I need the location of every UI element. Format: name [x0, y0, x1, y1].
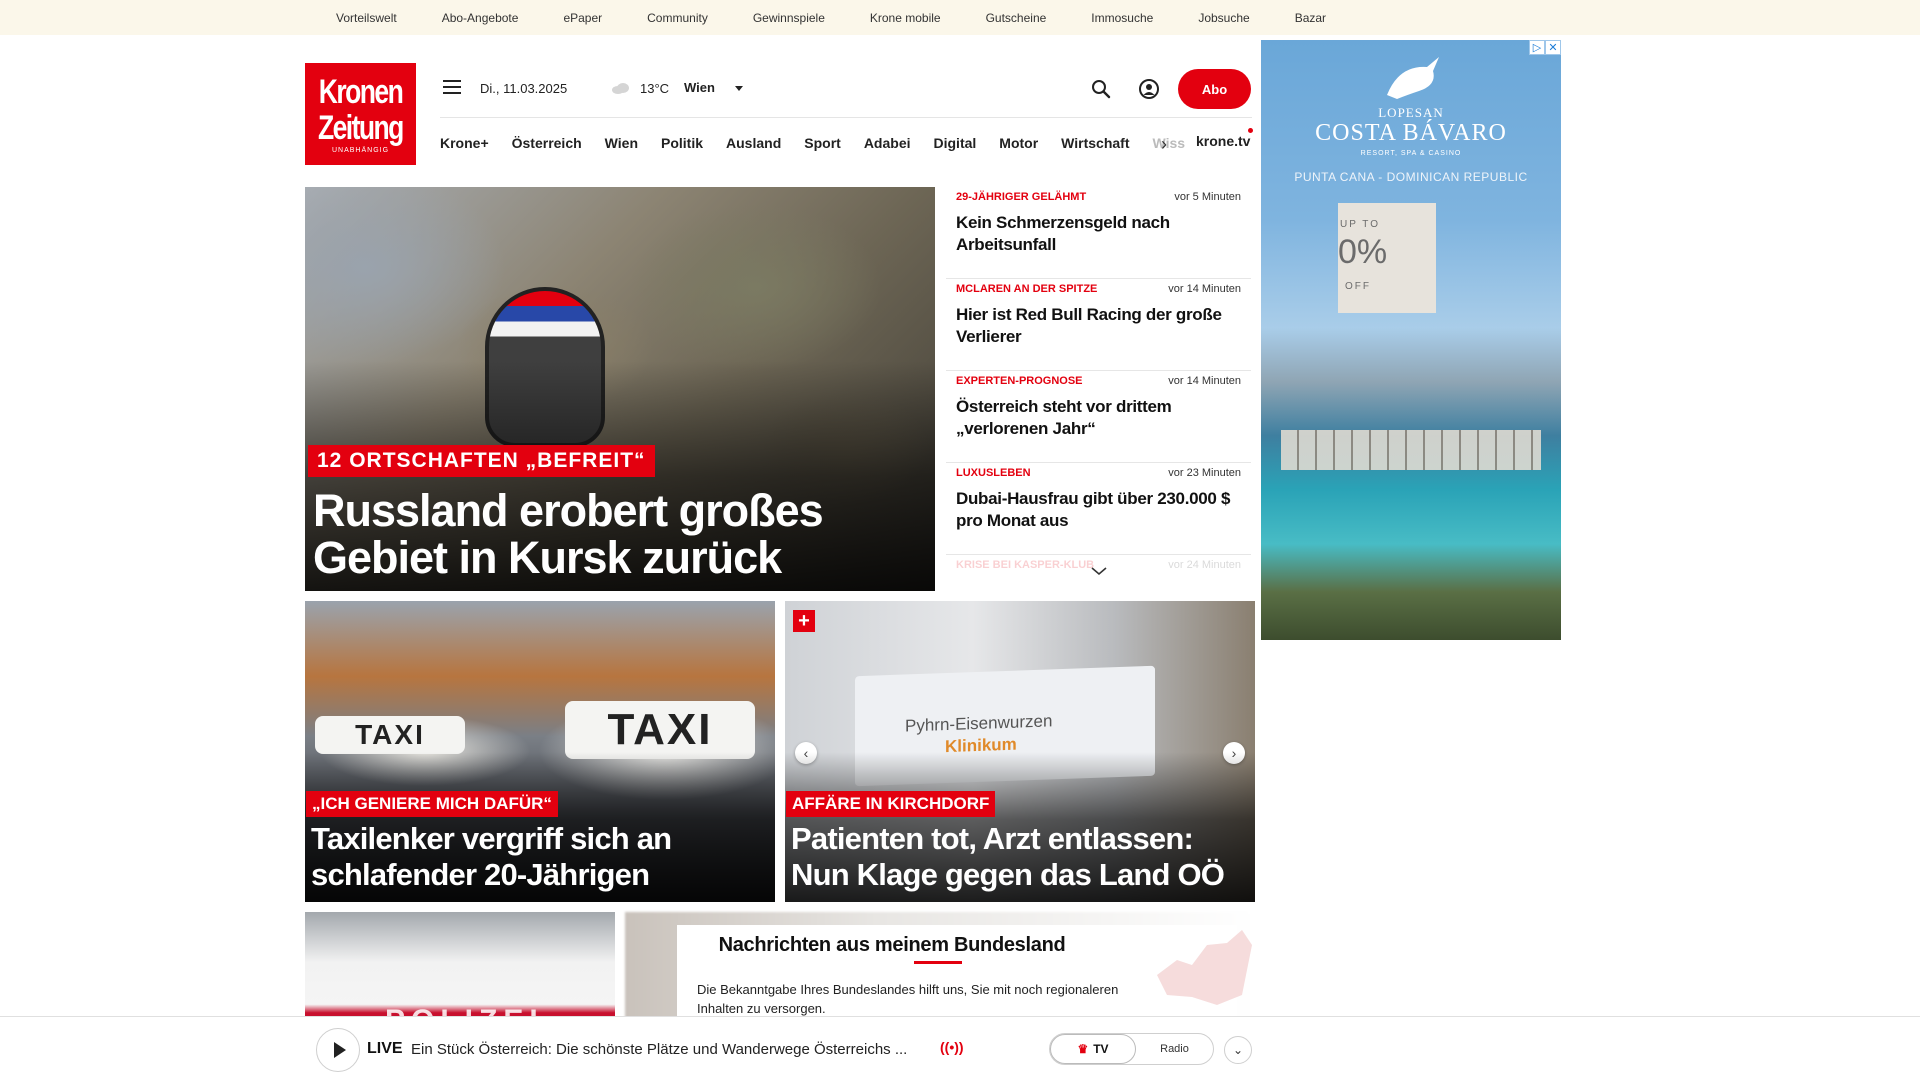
ad-location: PUNTA CANA - DOMINICAN REPUBLIC: [1294, 170, 1528, 184]
main-navigation: Krone+ Österreich Wien Politik Ausland S…: [440, 117, 1253, 167]
page: Vorteilswelt Abo-Angebote ePaper Communi…: [0, 0, 1920, 1080]
chevron-down-icon[interactable]: [1089, 565, 1109, 577]
live-indicator-dot: [1248, 128, 1253, 133]
hero-title: Russland erobert großes Gebiet in Kursk …: [313, 485, 824, 583]
hero-story[interactable]: 12 ORTSCHAFTEN „BEFREIT“ Russland erober…: [305, 187, 935, 591]
news-item[interactable]: MCLAREN AN DER SPITZE vor 14 Minuten Hie…: [946, 279, 1251, 371]
logo-tagline: UNABHÄNGIG: [331, 147, 390, 154]
nav-item-krone-tv[interactable]: krone.tv: [1196, 133, 1250, 149]
story-kicker: AFFÄRE IN KIRCHDORF: [786, 791, 996, 817]
news-time: vor 24 Minuten: [1168, 559, 1241, 571]
nav-item-politik[interactable]: Politik: [661, 135, 703, 151]
tv-label: TV: [1093, 1042, 1109, 1056]
ad-brand-line-3: RESORT, SPA & CASINO: [1360, 150, 1462, 157]
title-underline: [914, 961, 962, 964]
nav-item-krone-plus[interactable]: Krone+: [440, 135, 489, 151]
ad-offer-up-to: UP TO: [1340, 219, 1381, 230]
bundesland-description: Die Bekanntgabe Ihres Bundeslandes hilft…: [697, 982, 1119, 1016]
utility-link-vorteilswelt[interactable]: Vorteilswelt: [336, 11, 397, 25]
live-program-title[interactable]: Ein Stück Österreich: Die schönste Plätz…: [411, 1041, 931, 1058]
ad-brand-line-2: COSTA BÁVARO: [1315, 120, 1507, 146]
ad-brand-line-1: LOPESAN: [1378, 105, 1444, 120]
nav-item-sport[interactable]: Sport: [804, 135, 841, 151]
abo-button[interactable]: Abo: [1178, 69, 1251, 109]
bundesland-title: Nachrichten aus meinem Bundesland: [718, 934, 1066, 956]
nav-item-ausland[interactable]: Ausland: [726, 135, 781, 151]
nav-item-wissen[interactable]: Wiss: [1153, 135, 1186, 151]
utility-link-krone-mobile[interactable]: Krone mobile: [870, 11, 941, 25]
ad-offer-off: OFF: [1345, 281, 1371, 292]
weather-temperature: 13°C: [640, 81, 670, 96]
play-icon: [334, 1042, 346, 1058]
chevron-down-icon[interactable]: ⌄: [1224, 1036, 1252, 1064]
radio-toggle[interactable]: Radio: [1136, 1034, 1213, 1064]
utility-link-epaper[interactable]: ePaper: [563, 11, 602, 25]
austria-map-icon: [1157, 930, 1252, 1005]
news-headline: Dubai-Hausfrau gibt über 230.000 $ pro M…: [956, 489, 1231, 530]
nav-item-adabei[interactable]: Adabei: [864, 135, 911, 151]
ad-choices: ▷ ✕: [1529, 40, 1561, 55]
user-icon[interactable]: [1138, 78, 1160, 100]
utility-link-immosuche[interactable]: Immosuche: [1091, 11, 1153, 25]
clinic-sign-name: Pyhrn-Eisenwurzen: [905, 711, 1053, 736]
news-headline: Österreich steht vor drittem „verlorenen…: [956, 397, 1172, 438]
search-icon[interactable]: [1090, 78, 1112, 100]
current-date: Di., 11.03.2025: [480, 81, 568, 96]
nav-scroll-right-icon[interactable]: ›: [1161, 134, 1167, 155]
taxi-sign-right: TAXI: [565, 701, 755, 759]
logo-line-1: Kronen: [318, 73, 404, 111]
tv-radio-switch: ♛ TV Radio: [1049, 1033, 1214, 1065]
utility-link-abo-angebote[interactable]: Abo-Angebote: [442, 11, 519, 25]
play-button[interactable]: [316, 1028, 360, 1072]
weather-city[interactable]: Wien: [684, 80, 715, 95]
nav-item-motor[interactable]: Motor: [999, 135, 1038, 151]
news-time: vor 14 Minuten: [1168, 375, 1241, 387]
close-icon[interactable]: ✕: [1545, 40, 1561, 55]
advertisement[interactable]: ▷ ✕ LOPESAN COSTA BÁVARO RESORT, SPA & C…: [1261, 40, 1561, 640]
logo-line-2: Zeitung: [318, 109, 404, 147]
hamburger-menu-icon[interactable]: [443, 80, 461, 96]
ad-offer-box: UP TO 0% OFF: [1338, 203, 1436, 313]
story-title: Patienten tot, Arzt entlassen: Nun Klage…: [791, 821, 1225, 892]
nav-item-oesterreich[interactable]: Österreich: [512, 135, 582, 151]
story-kicker: „ICH GENIERE MICH DAFÜR“: [306, 791, 558, 817]
hero-kicker: 12 ORTSCHAFTEN „BEFREIT“: [308, 445, 655, 477]
utility-link-gutscheine[interactable]: Gutscheine: [986, 11, 1047, 25]
crown-icon: ♛: [1077, 1042, 1089, 1056]
utility-bar: Vorteilswelt Abo-Angebote ePaper Communi…: [0, 0, 1920, 35]
latest-news-list: 29-JÄHRIGER GELÄHMT vor 5 Minuten Kein S…: [946, 187, 1251, 580]
utility-link-community[interactable]: Community: [647, 11, 708, 25]
live-label: LIVE: [367, 1040, 403, 1057]
news-item[interactable]: 29-JÄHRIGER GELÄHMT vor 5 Minuten Kein S…: [946, 187, 1251, 279]
news-item[interactable]: LUXUSLEBEN vor 23 Minuten Dubai-Hausfrau…: [946, 463, 1251, 555]
tv-toggle[interactable]: ♛ TV: [1050, 1034, 1136, 1064]
marlin-logo-icon: [1387, 57, 1439, 99]
kronen-zeitung-logo[interactable]: Kronen Zeitung UNABHÄNGIG: [305, 63, 416, 165]
utility-link-bazar[interactable]: Bazar: [1295, 11, 1326, 25]
adchoices-icon[interactable]: ▷: [1529, 40, 1545, 55]
nav-item-digital[interactable]: Digital: [934, 135, 977, 151]
krone-plus-icon: +: [793, 610, 815, 632]
ad-offer-value: 0%: [1338, 233, 1388, 271]
story-kirchdorf[interactable]: Pyhrn-Eisenwurzen Klinikum + ‹ › AFFÄRE …: [785, 601, 1255, 902]
utility-link-jobsuche[interactable]: Jobsuche: [1198, 11, 1249, 25]
cloud-icon: [612, 83, 629, 94]
ad-resort-image: [1281, 430, 1541, 470]
news-time: vor 14 Minuten: [1168, 283, 1241, 295]
broadcast-signal-icon: ((•)): [940, 1039, 964, 1055]
news-time: vor 23 Minuten: [1168, 467, 1241, 479]
nav-item-wirtschaft[interactable]: Wirtschaft: [1061, 135, 1129, 151]
nav-item-wien[interactable]: Wien: [605, 135, 638, 151]
city-dropdown-icon[interactable]: [735, 86, 743, 91]
utility-link-gewinnspiele[interactable]: Gewinnspiele: [753, 11, 825, 25]
story-title: Taxilenker vergriff sich an schlafender …: [311, 821, 672, 892]
news-headline: Hier ist Red Bull Racing der große Verli…: [956, 305, 1222, 346]
news-headline: Kein Schmerzensgeld nach Arbeitsunfall: [956, 213, 1170, 254]
news-time: vor 5 Minuten: [1174, 191, 1241, 203]
story-taxi[interactable]: TAXI TAXI „ICH GENIERE MICH DAFÜR“ Taxil…: [305, 601, 775, 902]
news-item[interactable]: EXPERTEN-PROGNOSE vor 14 Minuten Österre…: [946, 371, 1251, 463]
taxi-sign-left: TAXI: [315, 716, 465, 754]
live-player-bar: LIVE Ein Stück Österreich: Die schönste …: [0, 1016, 1920, 1080]
